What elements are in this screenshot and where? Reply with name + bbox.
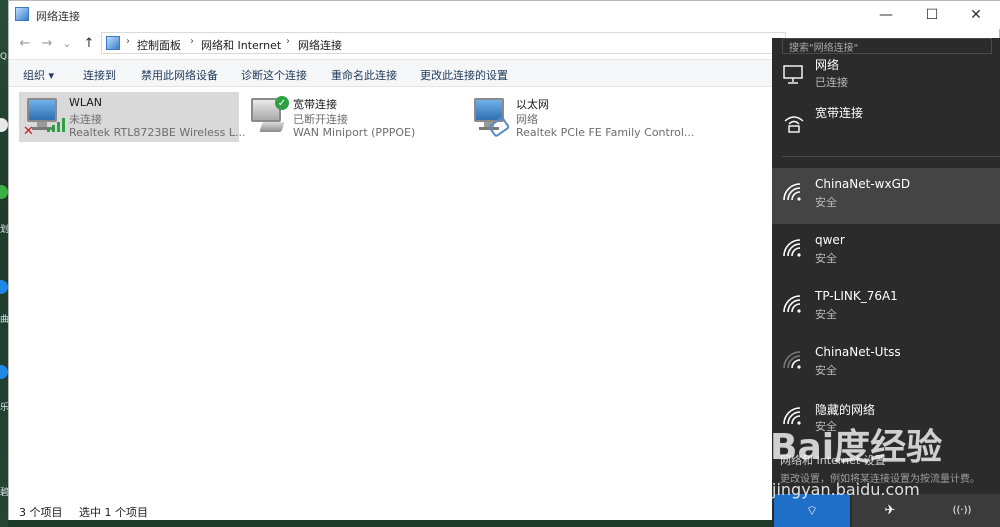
connection-status: 未连接 [69,113,102,126]
connection-item-broadband[interactable]: ✓ 宽带连接 已断开连接 WAN Miniport (PPPOE) [243,92,463,142]
desktop-app-icon[interactable] [0,365,8,379]
wifi-network-item[interactable]: qwer 安全 [772,224,1000,280]
flyout-divider [782,156,1000,157]
wifi-security: 安全 [815,364,837,377]
signal-bars-icon [47,118,67,132]
connection-item-ethernet[interactable]: 以太网 网络 Realtek PCIe FE Family Control... [466,92,694,142]
breadcrumb-separator-icon[interactable]: › [190,36,194,47]
connected-check-icon: ✓ [275,96,289,110]
wifi-ssid: TP-LINK_76A1 [815,289,898,303]
breadcrumb-separator-icon[interactable]: › [126,36,130,47]
baidu-jingyan-watermark: Bai度经验 [770,427,943,468]
desktop-network-icon [782,64,806,86]
wifi-ssid: qwer [815,233,845,247]
wifi-security: 安全 [815,196,837,209]
up-button[interactable]: ↑ [79,34,99,52]
flyout-broadband-item[interactable]: 宽带连接 [772,102,1000,142]
wifi-icon [782,238,804,260]
items-count: 3 个项目 [19,506,63,519]
wireless-adapter-icon: ✕ [23,98,67,139]
forward-button[interactable]: → [37,34,57,52]
desktop-app-icon[interactable] [0,118,8,132]
wifi-ssid: ChinaNet-wxGD [815,177,911,191]
dialup-icon [782,112,806,134]
mobile-hotspot-tile[interactable]: ((·)) [924,494,1000,527]
wifi-icon [782,182,804,204]
wifi-icon [782,294,804,316]
rename-button[interactable]: 重命名此连接 [331,67,397,83]
back-button[interactable]: ← [15,34,35,52]
disable-device-button[interactable]: 禁用此网络设备 [141,67,218,83]
wifi-network-item[interactable]: TP-LINK_76A1 安全 [772,280,1000,336]
flyout-network-status: 已连接 [815,76,848,89]
minimize-button[interactable]: — [863,1,909,29]
flyout-network-title: 网络 [815,58,840,72]
breadcrumb-control-panel[interactable]: 控制面板 [137,37,181,53]
window-title: 网络连接 [36,10,80,23]
flyout-network-item[interactable]: 网络 已连接 [772,54,1000,100]
watermark-url: jingyan.baidu.com [772,480,920,499]
wifi-ssid: 隐藏的网络 [815,403,876,417]
flyout-broadband-title: 宽带连接 [815,106,864,120]
connection-device: Realtek RTL8723BE Wireless L... [69,126,246,139]
wifi-ssid: ChinaNet-Utss [815,345,901,359]
connection-device: Realtek PCIe FE Family Control... [516,126,695,139]
connection-name: 以太网 [516,98,549,111]
connection-device: WAN Miniport (PPPOE) [293,126,416,139]
connect-to-button[interactable]: 连接到 [83,67,116,83]
desktop-strip: Q 划 曲 乐 碧 [0,0,9,527]
change-settings-button[interactable]: 更改此连接的设置 [420,67,508,83]
connection-item-wlan[interactable]: ✕ WLAN 未连接 Realtek RTL8723BE Wireless L.… [19,92,245,142]
control-panel-icon [106,36,120,50]
wifi-network-item[interactable]: ChinaNet-Utss 安全 [772,336,1000,392]
desktop-label: Q [0,52,8,62]
connection-status: 网络 [516,113,538,126]
control-panel-icon [15,7,29,21]
connection-name: 宽带连接 [293,98,337,111]
wifi-weak-icon [782,350,804,372]
disconnected-x-icon: ✕ [23,124,34,139]
wifi-security: 安全 [815,252,837,265]
desktop-app-icon[interactable] [0,280,8,294]
diagnose-button[interactable]: 诊断这个连接 [241,67,307,83]
recent-locations-button[interactable]: ⌄ [57,34,77,52]
desktop-app-icon[interactable] [0,185,8,199]
close-button[interactable]: ✕ [953,1,999,29]
connection-name: WLAN [69,96,103,109]
breadcrumb-separator-icon[interactable]: › [286,36,290,47]
broadband-adapter-icon: ✓ [247,96,289,138]
organize-button[interactable]: 组织 ▾ [23,67,54,83]
title-bar: 网络连接 — ☐ ✕ [9,1,1000,29]
breadcrumb-network-connections[interactable]: 网络连接 [298,37,342,53]
search-input[interactable]: 搜索"网络连接" [782,38,992,54]
wifi-network-item[interactable]: ChinaNet-wxGD 安全 [772,168,1000,224]
maximize-button[interactable]: ☐ [909,1,955,29]
ethernet-adapter-icon [470,98,512,138]
address-box[interactable]: › 控制面板 › 网络和 Internet › 网络连接 [101,32,786,54]
selected-count: 选中 1 个项目 [79,506,148,519]
breadcrumb-network-internet[interactable]: 网络和 Internet [201,37,281,53]
wifi-security: 安全 [815,308,837,321]
connection-status: 已断开连接 [293,113,348,126]
